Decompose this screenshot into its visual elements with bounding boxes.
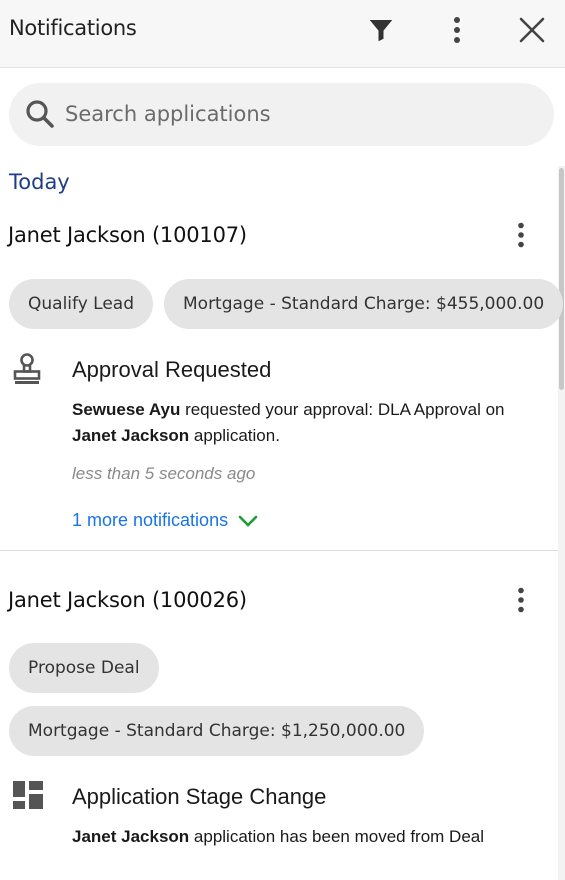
close-button[interactable] (515, 14, 549, 46)
page-title: Notifications (9, 16, 137, 40)
card-divider (0, 550, 558, 551)
card-options-button[interactable] (508, 218, 534, 252)
search-bar[interactable] (9, 83, 554, 146)
more-options-button[interactable] (440, 14, 474, 46)
dashboard-icon (13, 781, 43, 809)
close-icon (519, 17, 545, 43)
subject-name: Janet Jackson (72, 827, 190, 846)
actor-name: Sewuese Ayu (72, 400, 181, 419)
notification-title: Application Stage Change (72, 784, 327, 809)
chevron-down-icon (238, 515, 258, 527)
section-label-today: Today (9, 170, 70, 194)
scrollbar-thumb[interactable] (559, 168, 564, 390)
filter-icon (369, 20, 393, 42)
notification-timestamp: less than 5 seconds ago (72, 464, 256, 483)
notification-text: application has been moved from Deal (189, 827, 485, 846)
more-vertical-icon (518, 222, 524, 248)
product-chip: Mortgage - Standard Charge: $1,250,000.0… (9, 706, 425, 756)
more-vertical-icon (518, 587, 524, 613)
notification-text-end: application. (189, 426, 280, 445)
more-notifications-link[interactable]: 1 more notifications (72, 510, 259, 531)
stamp-icon (13, 353, 41, 384)
stage-chip: Qualify Lead (9, 279, 154, 329)
notifications-header: Notifications (0, 0, 565, 68)
notification-body: Sewuese Ayu requested your approval: DLA… (72, 397, 552, 449)
application-name[interactable]: Janet Jackson (100107) (8, 223, 247, 247)
product-chip: Mortgage - Standard Charge: $455,000.00 (164, 279, 564, 329)
subject-name: Janet Jackson (72, 426, 190, 445)
application-name[interactable]: Janet Jackson (100026) (8, 588, 247, 612)
notification-body: Janet Jackson application has been moved… (72, 824, 552, 850)
search-icon (26, 100, 54, 128)
search-input[interactable] (65, 97, 535, 131)
notification-text: requested your approval: DLA Approval on (180, 400, 505, 419)
stage-chip: Propose Deal (9, 643, 159, 693)
filter-button[interactable] (364, 14, 398, 46)
notification-title: Approval Requested (72, 357, 272, 382)
more-notifications-label: 1 more notifications (72, 510, 229, 530)
more-vertical-icon (454, 17, 460, 43)
card-options-button[interactable] (508, 583, 534, 617)
